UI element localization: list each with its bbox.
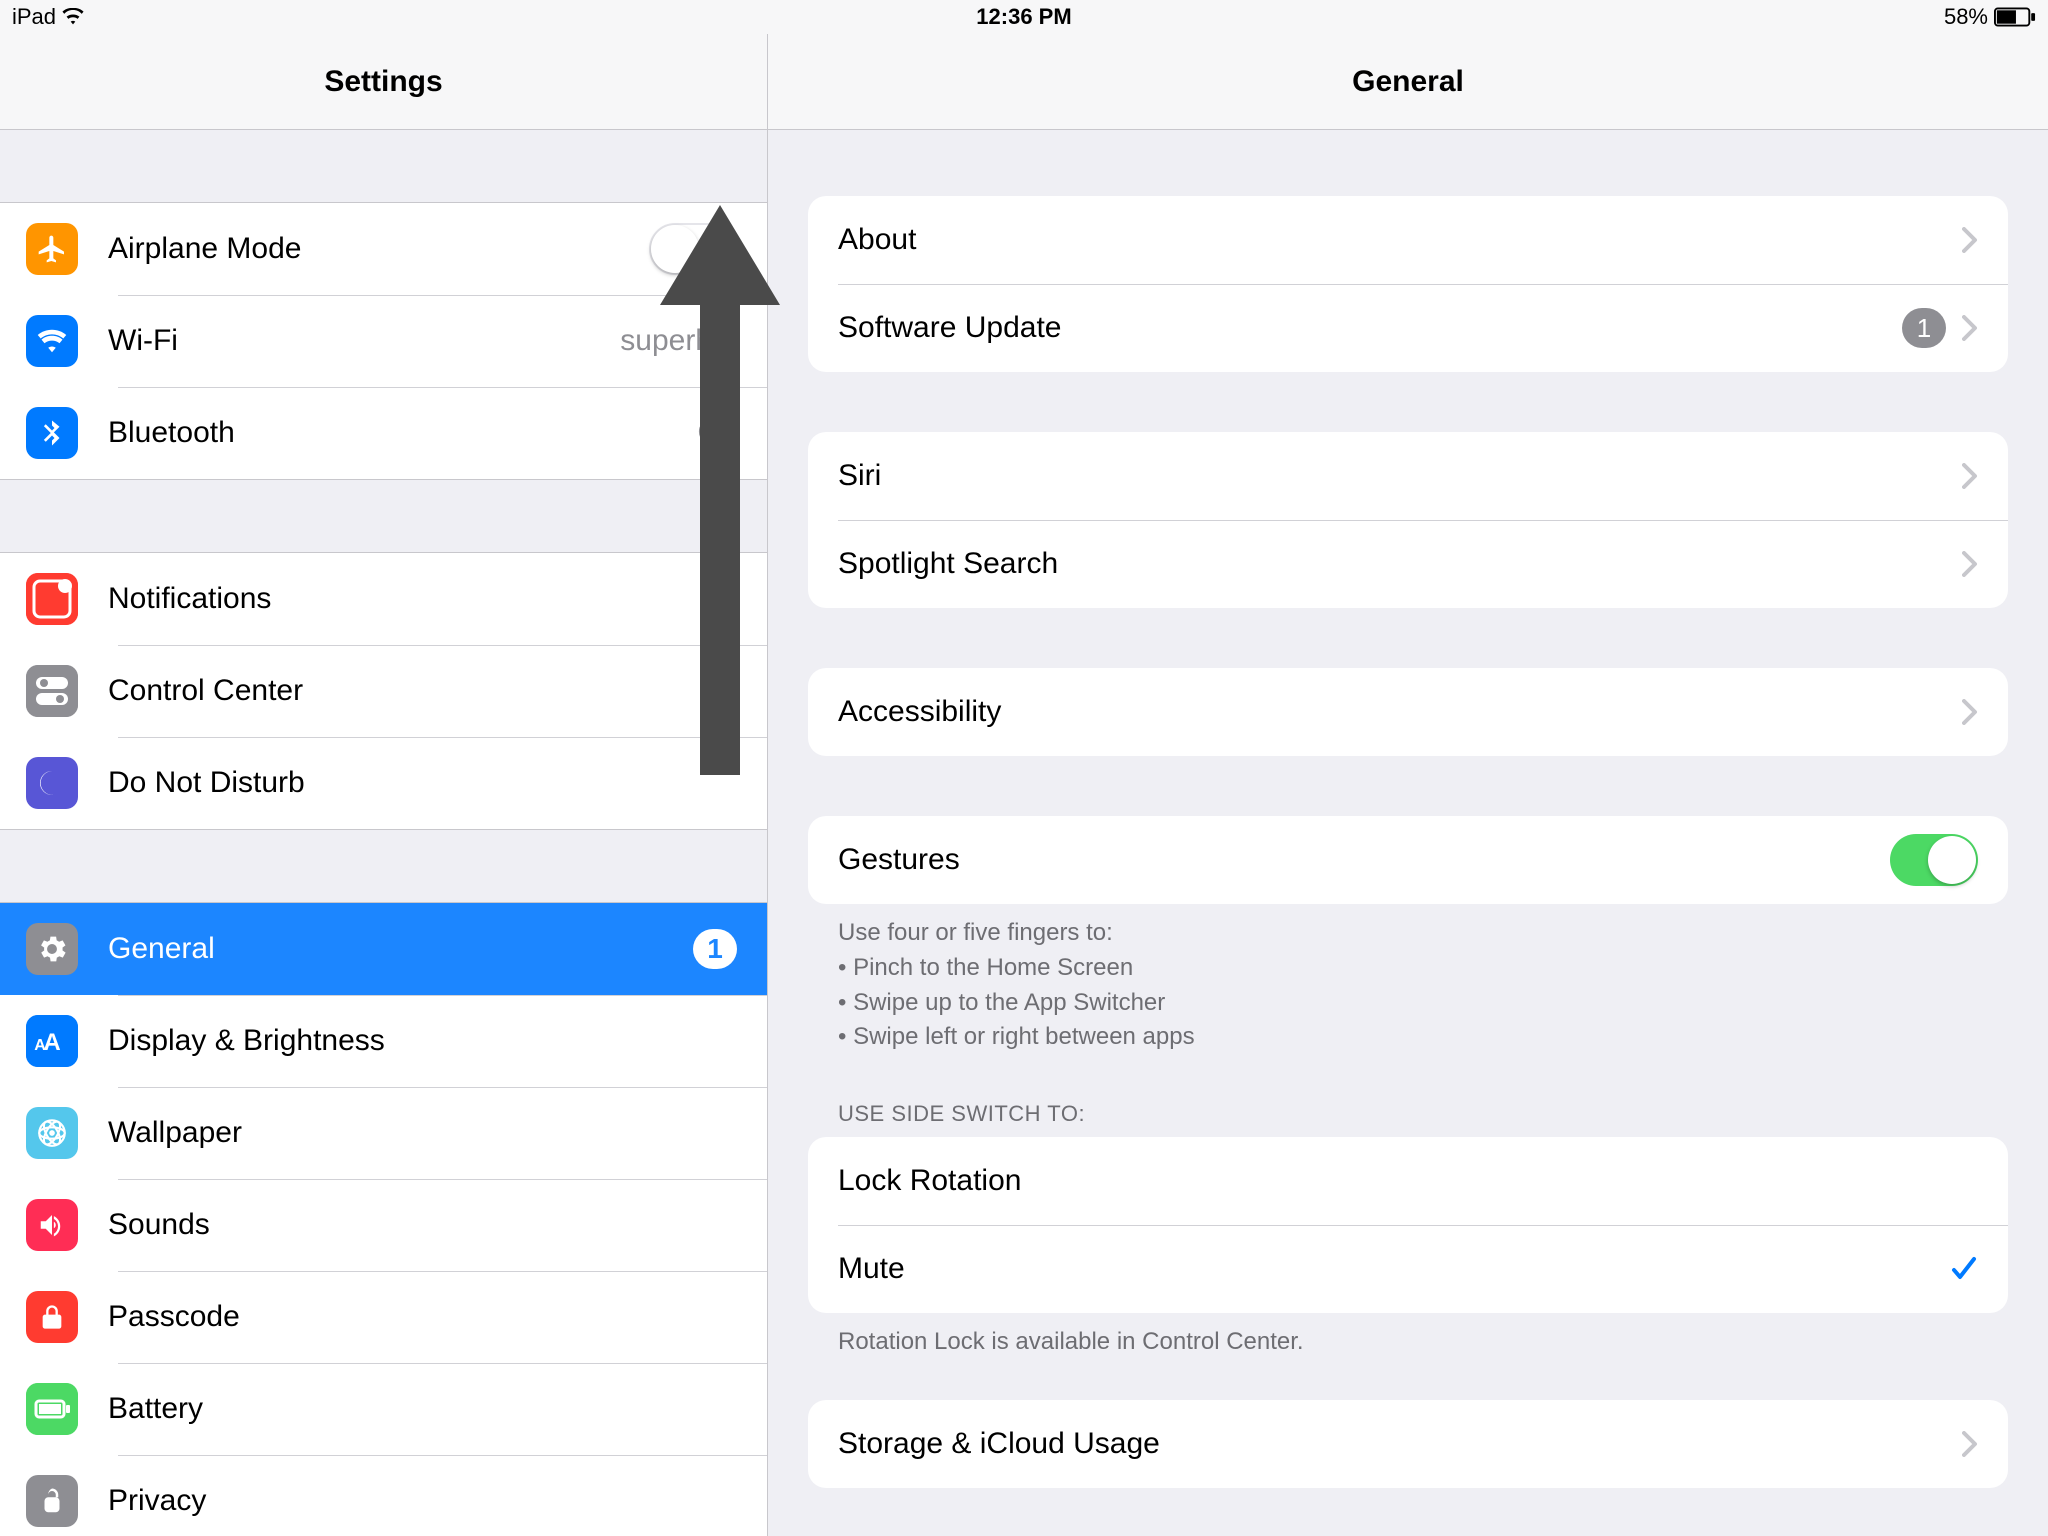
sidebar-item-bluetooth[interactable]: Bluetooth Off bbox=[0, 387, 767, 479]
detail-row-storage[interactable]: Storage & iCloud Usage bbox=[808, 1400, 2008, 1488]
svg-text:A: A bbox=[43, 1029, 60, 1056]
detail-row-gestures[interactable]: Gestures bbox=[808, 816, 2008, 904]
display-icon: AA bbox=[26, 1015, 78, 1067]
sidebar-item-label: Wallpaper bbox=[108, 1116, 242, 1150]
sidebar-item-airplane[interactable]: Airplane Mode bbox=[0, 203, 767, 295]
detail-row-label: Lock Rotation bbox=[838, 1164, 1021, 1198]
gestures-toggle[interactable] bbox=[1890, 834, 1978, 886]
sounds-icon bbox=[26, 1199, 78, 1251]
sidebar-item-general[interactable]: General 1 bbox=[0, 903, 767, 995]
detail-row-label: Gestures bbox=[838, 843, 960, 877]
detail-row-sw[interactable]: Software Update 1 bbox=[808, 284, 2008, 372]
device-name: iPad bbox=[12, 4, 56, 30]
chevron-right-icon bbox=[1962, 1431, 1978, 1457]
settings-sidebar: Settings Airplane Mode Wi-Fi superh... Blue… bbox=[0, 34, 768, 1536]
sidebar-item-label: Passcode bbox=[108, 1300, 240, 1334]
passcode-icon bbox=[26, 1291, 78, 1343]
detail-title: General bbox=[768, 34, 2048, 130]
sw-badge: 1 bbox=[1902, 308, 1946, 348]
section-footer: Use four or five fingers to:• Pinch to t… bbox=[808, 904, 2008, 1055]
bluetooth-value: Off bbox=[698, 416, 737, 450]
status-bar: iPad 12:36 PM 58% bbox=[0, 0, 2048, 34]
sidebar-item-dnd[interactable]: Do Not Disturb bbox=[0, 737, 767, 829]
sidebar-item-label: Battery bbox=[108, 1392, 203, 1426]
detail-row-label: Accessibility bbox=[838, 695, 1001, 729]
detail-row-spotlight[interactable]: Spotlight Search bbox=[808, 520, 2008, 608]
controlcenter-icon bbox=[26, 665, 78, 717]
sidebar-item-notifications[interactable]: Notifications bbox=[0, 553, 767, 645]
detail-row-label: Mute bbox=[838, 1252, 905, 1286]
section-footer: Rotation Lock is available in Control Ce… bbox=[808, 1313, 2008, 1360]
sidebar-item-controlcenter[interactable]: Control Center bbox=[0, 645, 767, 737]
notifications-icon bbox=[26, 573, 78, 625]
airplane-toggle[interactable] bbox=[649, 223, 737, 275]
sidebar-item-label: Display & Brightness bbox=[108, 1024, 385, 1058]
chevron-right-icon bbox=[1962, 463, 1978, 489]
checkmark-icon bbox=[1950, 1255, 1978, 1283]
battery-icon bbox=[26, 1383, 78, 1435]
sidebar-item-label: Do Not Disturb bbox=[108, 766, 305, 800]
sidebar-item-display[interactable]: AA Display & Brightness bbox=[0, 995, 767, 1087]
sidebar-item-label: Bluetooth bbox=[108, 416, 235, 450]
battery-pct: 58% bbox=[1944, 4, 1988, 30]
sidebar-item-wallpaper[interactable]: Wallpaper bbox=[0, 1087, 767, 1179]
sidebar-item-label: Control Center bbox=[108, 674, 303, 708]
section-header: USE SIDE SWITCH TO: bbox=[808, 1075, 2008, 1137]
detail-row-mute[interactable]: Mute bbox=[808, 1225, 2008, 1313]
detail-pane: General About Software Update 1 Siri Spotlig… bbox=[768, 34, 2048, 1536]
sidebar-item-battery[interactable]: Battery bbox=[0, 1363, 767, 1455]
wifi-value: superh... bbox=[620, 324, 737, 358]
svg-text:A: A bbox=[34, 1037, 46, 1054]
detail-row-label: Storage & iCloud Usage bbox=[838, 1427, 1160, 1461]
bluetooth-icon bbox=[26, 407, 78, 459]
general-icon bbox=[26, 923, 78, 975]
privacy-icon bbox=[26, 1475, 78, 1527]
chevron-right-icon bbox=[1962, 315, 1978, 341]
dnd-icon bbox=[26, 757, 78, 809]
detail-row-siri[interactable]: Siri bbox=[808, 432, 2008, 520]
detail-row-accessibility[interactable]: Accessibility bbox=[808, 668, 2008, 756]
sidebar-item-label: Privacy bbox=[108, 1484, 206, 1518]
detail-row-lockrotation[interactable]: Lock Rotation bbox=[808, 1137, 2008, 1225]
sidebar-item-label: Sounds bbox=[108, 1208, 210, 1242]
clock: 12:36 PM bbox=[976, 4, 1071, 30]
chevron-right-icon bbox=[1962, 699, 1978, 725]
sidebar-item-label: General bbox=[108, 932, 215, 966]
chevron-right-icon bbox=[1962, 227, 1978, 253]
detail-row-label: Siri bbox=[838, 459, 881, 493]
sidebar-item-label: Airplane Mode bbox=[108, 232, 301, 266]
sidebar-item-passcode[interactable]: Passcode bbox=[0, 1271, 767, 1363]
sidebar-item-privacy[interactable]: Privacy bbox=[0, 1455, 767, 1536]
detail-row-about[interactable]: About bbox=[808, 196, 2008, 284]
sidebar-title: Settings bbox=[0, 34, 767, 130]
detail-row-label: Spotlight Search bbox=[838, 547, 1058, 581]
general-badge: 1 bbox=[693, 929, 737, 969]
detail-row-label: About bbox=[838, 223, 916, 257]
airplane-icon bbox=[26, 223, 78, 275]
sidebar-item-wifi[interactable]: Wi-Fi superh... bbox=[0, 295, 767, 387]
battery-icon bbox=[1994, 7, 2036, 27]
wifi-icon bbox=[26, 315, 78, 367]
sidebar-item-sounds[interactable]: Sounds bbox=[0, 1179, 767, 1271]
wifi-icon bbox=[62, 8, 84, 26]
sidebar-item-label: Notifications bbox=[108, 582, 271, 616]
detail-row-label: Software Update bbox=[838, 311, 1061, 345]
wallpaper-icon bbox=[26, 1107, 78, 1159]
sidebar-item-label: Wi-Fi bbox=[108, 324, 178, 358]
chevron-right-icon bbox=[1962, 551, 1978, 577]
